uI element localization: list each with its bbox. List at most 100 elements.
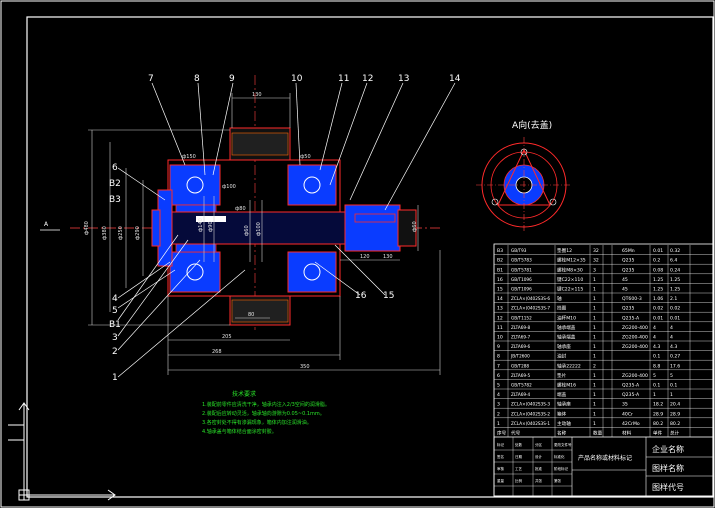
bom-cell: GB/T1096 (511, 277, 532, 282)
bom-cell: JB/T2600 (510, 354, 530, 359)
bom-cell: 油封 (557, 353, 567, 360)
title-block-label: 第张 (554, 478, 562, 483)
bom-cell: 0.01 (670, 315, 680, 321)
bom-cell: 1.25 (653, 277, 663, 283)
bom-cell: ZLTA69-4 (511, 392, 531, 397)
bom-cell: GB/T93 (511, 248, 527, 253)
bom-cell: ZCLA×(0402S3S-3 (511, 402, 550, 407)
bom-cell: 轴承座 (557, 401, 571, 408)
bom-cell: 5 (497, 383, 500, 389)
bom-cell: 1 (653, 392, 656, 398)
bom-header-cell: 代号 (511, 430, 521, 437)
dim-phi90: ф90 (208, 221, 214, 232)
bom-header-cell: 序号 (497, 430, 507, 437)
cad-drawing-canvas[interactable]: 7 8 9 10 11 12 13 14 6 B2 B3 4 5 B1 3 2 … (0, 0, 715, 508)
assembly-drawing[interactable]: 7 8 9 10 11 12 13 14 6 B2 B3 4 5 B1 3 2 … (40, 74, 461, 383)
bom-cell: 4.3 (670, 344, 677, 350)
title-block-small-labels: 标记 处数 分区 更改文件号签名 日期 设计 标准化审核 工艺 批准 阶段标记重量 比例 共张 第张 (497, 442, 572, 483)
callout-9: 9 (229, 74, 235, 84)
callout-16: 16 (355, 291, 367, 301)
bom-cell: 0.02 (653, 306, 663, 312)
bom-cell: 18.2 (653, 402, 663, 408)
bom-cell: Q235 (622, 258, 634, 264)
bom-cell: 4 (670, 335, 673, 341)
bom-cell: 32 (593, 248, 599, 254)
dim-phi140: ф140 (198, 218, 204, 232)
callout-B2: B2 (109, 179, 121, 189)
bom-cell: 0.1 (653, 383, 660, 389)
bom-cell: 12 (497, 315, 503, 321)
note-line-3: 3.各密封处不得有渗漏现象，箱体内加注润滑油。 (202, 419, 312, 426)
bom-cell: 轴承端盖 (557, 334, 576, 341)
title-block-label: 设计 (535, 454, 543, 459)
dim-205: 205 (222, 334, 232, 340)
title-block-label: 重量 (497, 478, 505, 483)
company-name: 企业名称 (652, 444, 684, 454)
dim-130-right: 130 (383, 254, 393, 260)
callout-10: 10 (291, 74, 303, 84)
bom-cell: 16 (497, 277, 503, 283)
bom-cell: 4 (497, 392, 500, 398)
callout-B1: B1 (109, 320, 121, 330)
title-block-label: 共张 (535, 478, 543, 483)
bom-cell: 9 (497, 344, 500, 350)
bom-cell: B1 (497, 267, 503, 273)
bom-cell: ZCLA×(0402S3S-2 (511, 411, 550, 416)
dim-80: 80 (248, 312, 254, 318)
dim-phi100-top: ф100 (222, 184, 236, 190)
title-block-label: 日期 (515, 454, 523, 459)
bom-cell: Q235 (622, 306, 634, 312)
title-block-label: 分区 (535, 442, 543, 447)
bom-cell: 42CrMo (622, 421, 640, 427)
bom-cell: 0.01 (653, 315, 663, 321)
view-a-label: A向(去盖) (512, 119, 552, 131)
bom-cell: ZCLA×(0402S3S-7 (511, 306, 550, 311)
bom-cell: 0.1 (670, 383, 677, 389)
bom-cell: 40Cr (622, 411, 633, 417)
title-block-label: 处数 (515, 442, 523, 447)
bom-cell: Q235 (622, 267, 634, 273)
dim-130-top: 130 (252, 92, 262, 98)
notes-title: 技术要求 (232, 390, 256, 398)
title-block-label: 阶段标记 (554, 466, 568, 471)
callout-B3: B3 (109, 195, 121, 205)
bom-cell: 1.25 (670, 277, 680, 283)
bom-header-cell: 名称 (557, 430, 567, 437)
bom-cell: 键C22×115 (557, 286, 583, 293)
bom-cell: 端盖 (557, 391, 567, 398)
bom-cell: 0.24 (670, 267, 680, 273)
technical-notes: 技术要求 1.装配前零件应清洗干净，轴承内注入2/3空间的润滑脂。 2.装配后应… (202, 390, 330, 435)
bom-cell: 轴承端盖 (557, 324, 576, 331)
left-end-cap (151, 189, 173, 267)
bom-cell: 6.4 (670, 258, 677, 264)
bom-cell: 主动轴 (557, 420, 571, 427)
bom-cell: 15 (497, 287, 503, 293)
bom-cell: 1 (593, 421, 596, 427)
bom-cell: 1 (593, 296, 596, 302)
bom-cell: ZG200-400 (622, 344, 648, 350)
bom-cell: 28.9 (653, 411, 663, 417)
bom-cell: 4 (653, 325, 656, 331)
bom-cell: 1 (593, 392, 596, 398)
bom-cell: 键C22×110 (557, 276, 583, 283)
dim-phi60-end: ф60 (412, 221, 418, 232)
view-a-drawing[interactable]: A向(去盖) (476, 119, 572, 233)
title-block-label: 标准化 (554, 454, 565, 459)
bom-cell: 1 (593, 277, 596, 283)
title-block-label: 更改文件号 (554, 442, 572, 447)
bom-cell: 1 (593, 325, 596, 331)
note-line-4: 4.轴承盖与箱体结合面涂密封胶。 (202, 428, 277, 435)
bom-cell: 0.1 (653, 354, 660, 360)
bom-cell: 3 (497, 402, 500, 408)
bom-cell: Q235-A (622, 383, 640, 389)
title-block[interactable]: 产品名称或材料标记 企业名称 图样名称 图样代号 标记 处数 分区 更改文件号签名 日期… (493, 436, 714, 497)
bom-cell: 2.1 (670, 296, 677, 302)
bom-cell: 1 (593, 315, 596, 321)
bom-cell: GB/T1096 (511, 287, 532, 292)
callout-11: 11 (338, 74, 349, 84)
bom-cell: 垫片 (557, 372, 567, 379)
sheet-frame (26, 16, 714, 498)
title-block-label: 比例 (515, 478, 523, 483)
bom-cell: 6 (497, 373, 500, 379)
bom-cell: 1 (593, 287, 596, 293)
